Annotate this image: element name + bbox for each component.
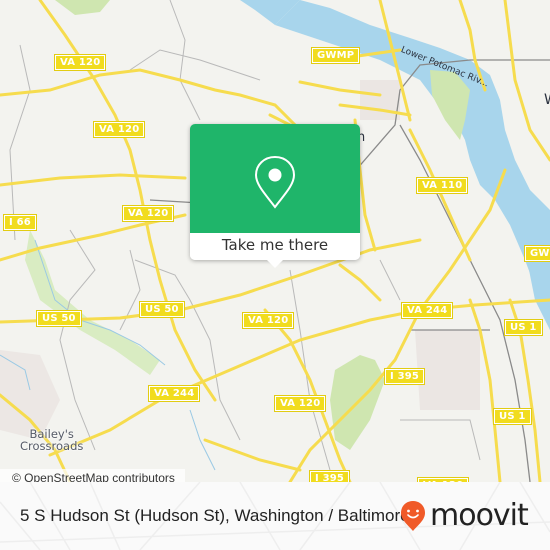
moovit-logo[interactable]: moovit [400,498,529,533]
map-view[interactable]: VA 120 VA 120 VA 120 I 66 GWMP VA 110 US… [0,0,550,482]
road-shield: VA 120 [94,122,145,137]
road-shield: US 50 [37,311,81,326]
road-shield: VA 120 [123,206,174,221]
moovit-wordmark: moovit [430,498,529,533]
location-popup: Take me there [190,124,360,268]
popup-pointer [267,260,283,268]
road-shield: US 1 [494,409,531,424]
road-shield: I 66 [4,215,36,230]
road-shield: I 395 [385,369,425,384]
river-right [520,215,550,330]
place-label-partial: W [544,92,550,108]
road-shield: GWMP [312,48,360,63]
map-attribution[interactable]: © OpenStreetMap contributors [0,469,185,482]
park-nw [55,0,110,15]
road-shield: I 395 [310,471,350,482]
footer-bar: 5 S Hudson St (Hudson St), Washington / … [0,482,550,550]
road-shield: VA 120 [55,55,106,70]
road-shield: GWMP [525,246,550,261]
road-shield: US 50 [140,302,184,317]
stop-address: 5 S Hudson St (Hudson St), Washington / … [20,506,410,525]
road-shield: VA 110 [417,178,468,193]
urban-area-se [415,330,480,410]
moovit-pin-icon [401,501,425,531]
road-shield: US 1 [505,320,542,335]
road-shield: VA 120 [275,396,326,411]
take-me-there-button[interactable]: Take me there [190,233,360,260]
road-shield: VA 244 [402,303,453,318]
urban-area-n [360,80,400,120]
map-pin-icon [254,155,296,209]
place-label-baileys-crossroads: Bailey's Crossroads [20,427,84,453]
popup-header [190,124,360,233]
road-shield: VA 120 [243,313,294,328]
road-shield: VA 244 [149,386,200,401]
